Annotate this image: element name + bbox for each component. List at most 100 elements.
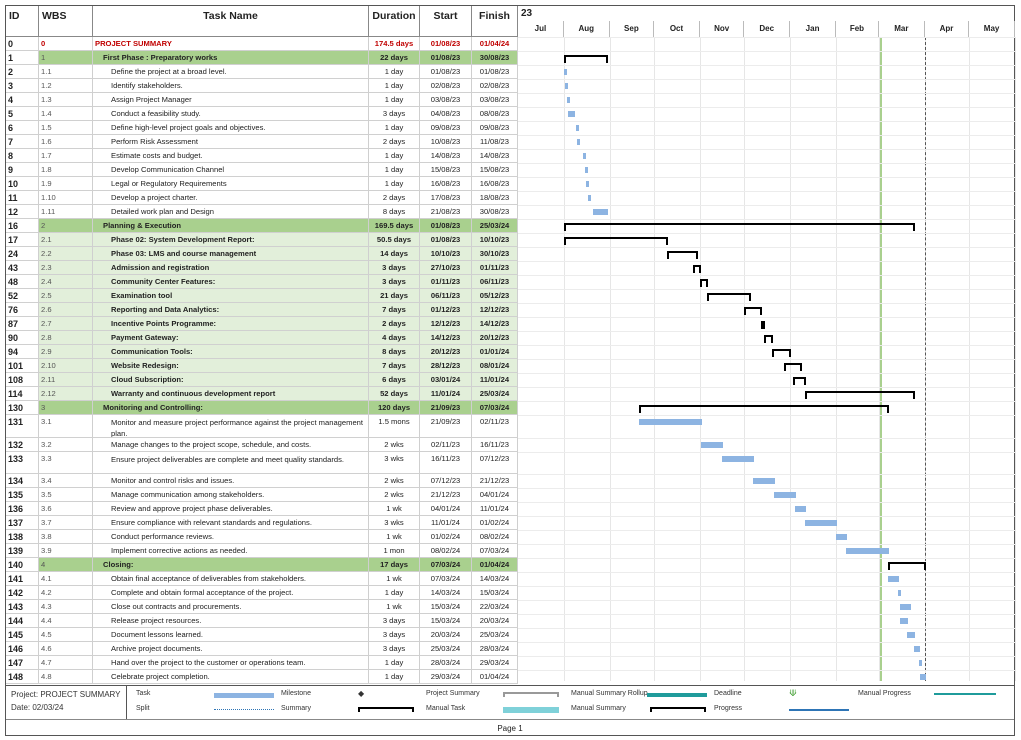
row-gridline: [518, 642, 1015, 643]
table-row[interactable]: 108 2.11 Cloud Subscription: 6 days 03/01/24…: [6, 373, 518, 387]
task-bar[interactable]: [907, 632, 916, 638]
summary-bar[interactable]: [804, 391, 916, 399]
header-wbs[interactable]: WBS: [39, 6, 93, 37]
task-bar[interactable]: [639, 419, 703, 425]
task-bar[interactable]: [584, 167, 588, 173]
task-bar[interactable]: [804, 520, 838, 526]
header-finish[interactable]: Finish: [472, 6, 518, 37]
table-row[interactable]: 94 2.9 Communication Tools: 8 days 20/12/23 0…: [6, 345, 518, 359]
task-bar[interactable]: [920, 674, 926, 680]
table-row[interactable]: 76 2.6 Reporting and Data Analytics: 7 days…: [6, 303, 518, 317]
table-row[interactable]: 139 3.9 Implement corrective actions as ne…: [6, 544, 518, 558]
task-bar[interactable]: [586, 181, 590, 187]
table-row[interactable]: 131 3.1 Monitor and measure project perfor…: [6, 415, 518, 438]
table-row[interactable]: 90 2.8 Payment Gateway: 4 days 14/12/23 20/12…: [6, 331, 518, 345]
summary-bar[interactable]: [744, 307, 762, 315]
table-row[interactable]: 145 4.5 Document lessons learned. 3 days 20/…: [6, 628, 518, 642]
table-row[interactable]: 114 2.12 Warranty and continuous developme…: [6, 387, 518, 401]
table-row[interactable]: 133 3.3 Ensure project deliverables are co…: [6, 452, 518, 474]
task-bar[interactable]: [899, 604, 911, 610]
table-row[interactable]: 143 4.3 Close out contracts and procuremen…: [6, 600, 518, 614]
task-bar[interactable]: [575, 125, 579, 131]
table-row[interactable]: 101 2.10 Website Redesign: 7 days 28/12/23 08…: [6, 359, 518, 373]
task-name: Legal or Regulatory Requirements: [93, 177, 369, 190]
table-row[interactable]: 87 2.7 Incentive Points Programme: 2 days 12…: [6, 317, 518, 331]
table-row[interactable]: 10 1.9 Legal or Regulatory Requirements 1 d…: [6, 177, 518, 191]
summary-bar[interactable]: [772, 349, 792, 357]
task-start: 27/10/23: [420, 261, 472, 274]
table-row[interactable]: 7 1.6 Perform Risk Assessment 2 days 10/08/2…: [6, 135, 518, 149]
table-row[interactable]: 3 1.2 Identify stakeholders. 1 day 02/08/23 0…: [6, 79, 518, 93]
task-bar[interactable]: [593, 209, 608, 215]
table-row[interactable]: 12 1.11 Detailed work plan and Design 8 day…: [6, 205, 518, 219]
table-row[interactable]: 137 3.7 Ensure compliance with relevant st…: [6, 516, 518, 530]
summary-bar[interactable]: [763, 335, 774, 343]
table-row[interactable]: 52 2.5 Examination tool 21 days 06/11/23 05/1…: [6, 289, 518, 303]
table-row[interactable]: 140 4 Closing: 17 days 07/03/24 01/04/24: [6, 558, 518, 572]
table-row[interactable]: 4 1.3 Assign Project Manager 1 day 03/08/23 0…: [6, 93, 518, 107]
summary-bar[interactable]: [887, 562, 926, 570]
table-row[interactable]: 141 4.1 Obtain final acceptance of deliver…: [6, 572, 518, 586]
task-bar[interactable]: [918, 660, 922, 666]
task-bar[interactable]: [577, 139, 581, 145]
task-finish: 30/08/23: [472, 51, 518, 64]
header-duration[interactable]: Duration: [369, 6, 420, 37]
summary-bar[interactable]: [667, 251, 698, 259]
table-row[interactable]: 11 1.10 Develop a project charter. 2 days 17…: [6, 191, 518, 205]
task-bar[interactable]: [794, 506, 806, 512]
task-bar[interactable]: [914, 646, 920, 652]
table-row[interactable]: 2 1.1 Define the project at a broad level.…: [6, 65, 518, 79]
table-row[interactable]: 142 4.2 Complete and obtain formal accepta…: [6, 586, 518, 600]
table-row[interactable]: 24 2.2 Phase 03: LMS and course management…: [6, 247, 518, 261]
task-bar[interactable]: [899, 618, 909, 624]
table-row[interactable]: 0 0 PROJECT SUMMARY 174.5 days 01/08/23 01/04…: [6, 37, 518, 51]
table-row[interactable]: 1 1 First Phase : Preparatory works 22 days…: [6, 51, 518, 65]
task-bar[interactable]: [898, 590, 902, 596]
table-row[interactable]: 134 3.4 Monitor and control risks and issu…: [6, 474, 518, 488]
task-bar[interactable]: [568, 111, 576, 117]
summary-bar[interactable]: [563, 237, 669, 245]
task-bar[interactable]: [565, 83, 569, 89]
summary-bar[interactable]: [563, 223, 916, 231]
header-task-name[interactable]: Task Name: [93, 6, 369, 37]
summary-bar[interactable]: [563, 55, 608, 63]
task-bar[interactable]: [836, 534, 848, 540]
task-bar[interactable]: [587, 195, 591, 201]
table-row[interactable]: 147 4.7 Hand over the project to the custo…: [6, 656, 518, 670]
summary-bar[interactable]: [793, 377, 806, 385]
table-row[interactable]: 48 2.4 Community Center Features: 3 days 01/…: [6, 275, 518, 289]
summary-bar[interactable]: [699, 279, 709, 287]
table-row[interactable]: 43 2.3 Admission and registration 3 days 27/…: [6, 261, 518, 275]
table-row[interactable]: 146 4.6 Archive project documents. 3 days 25…: [6, 642, 518, 656]
task-bar[interactable]: [722, 456, 755, 462]
task-bar[interactable]: [563, 69, 567, 75]
task-bar[interactable]: [566, 97, 570, 103]
summary-bar[interactable]: [784, 363, 802, 371]
task-bar[interactable]: [773, 492, 796, 498]
header-start[interactable]: Start: [420, 6, 472, 37]
table-row[interactable]: 17 2.1 Phase 02: System Development Report…: [6, 233, 518, 247]
summary-bar[interactable]: [639, 405, 889, 413]
task-bar[interactable]: [583, 153, 587, 159]
table-row[interactable]: 136 3.6 Review and approve project phase d…: [6, 502, 518, 516]
task-bar[interactable]: [701, 442, 724, 448]
table-row[interactable]: 5 1.4 Conduct a feasibility study. 3 days 04…: [6, 107, 518, 121]
table-row[interactable]: 130 3 Monitoring and Controlling: 120 days 2…: [6, 401, 518, 415]
table-row[interactable]: 8 1.7 Estimate costs and budget. 1 day 14/08…: [6, 149, 518, 163]
task-finish: 10/10/23: [472, 233, 518, 246]
table-row[interactable]: 132 3.2 Manage changes to the project scop…: [6, 438, 518, 452]
table-row[interactable]: 148 4.8 Celebrate project completion. 1 day…: [6, 670, 518, 684]
header-id[interactable]: ID: [6, 6, 39, 37]
table-row[interactable]: 138 3.8 Conduct performance reviews. 1 wk 01…: [6, 530, 518, 544]
table-row[interactable]: 9 1.8 Develop Communication Channel 1 day 15…: [6, 163, 518, 177]
task-bar[interactable]: [846, 548, 889, 554]
table-row[interactable]: 135 3.5 Manage communication among stakeho…: [6, 488, 518, 502]
task-bar[interactable]: [887, 576, 900, 582]
summary-bar[interactable]: [692, 265, 701, 273]
table-row[interactable]: 16 2 Planning & Execution 169.5 days 01/08/2…: [6, 219, 518, 233]
table-row[interactable]: 6 1.5 Define high-level project goals and …: [6, 121, 518, 135]
summary-bar[interactable]: [707, 293, 752, 301]
summary-bar[interactable]: [760, 321, 765, 329]
task-bar[interactable]: [753, 478, 775, 484]
table-row[interactable]: 144 4.4 Release project resources. 3 days 15…: [6, 614, 518, 628]
